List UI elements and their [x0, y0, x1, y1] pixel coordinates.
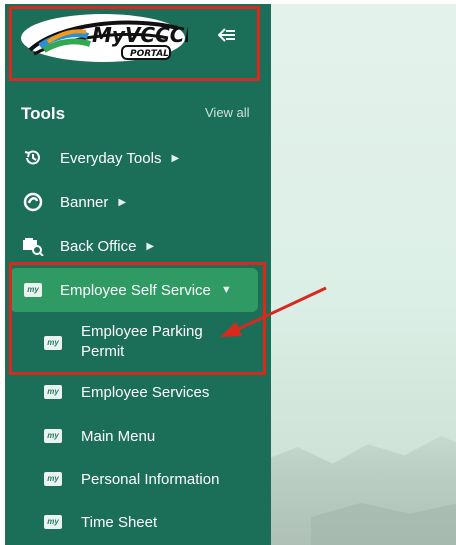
subitem-label: Employee Services	[81, 383, 210, 401]
caret-right-icon: ▶	[118, 196, 127, 208]
subitem-employee-parking-permit[interactable]: my Employee Parking Permit	[44, 322, 254, 362]
svg-text:MyVCCCD: MyVCCCD	[92, 23, 188, 47]
subitem-label: Employee Parking Permit	[81, 323, 203, 360]
sidebar-item-employee-self-service[interactable]: my Employee Self Service ▼	[10, 268, 258, 312]
sidebar-item-label: Everyday Tools	[60, 149, 162, 167]
caret-down-icon: ▼	[220, 284, 232, 296]
my-icon: my	[44, 385, 62, 399]
subitem-label: Time Sheet	[81, 513, 158, 531]
back-office-icon	[22, 235, 44, 257]
my-icon: my	[44, 336, 62, 350]
content-area	[271, 4, 456, 545]
my-icon: my	[44, 472, 62, 486]
subitem-employee-services[interactable]: my Employee Services	[44, 380, 254, 404]
banner-icon	[22, 191, 44, 213]
collapse-arrow-icon	[218, 28, 235, 42]
caret-right-icon: ▶	[146, 240, 155, 252]
caret-right-icon: ▶	[171, 152, 180, 164]
sidebar-item-label: Banner	[60, 193, 109, 211]
history-icon	[22, 147, 44, 169]
sidebar-item-everyday-tools[interactable]: Everyday Tools ▶	[10, 140, 260, 176]
my-icon: my	[44, 429, 62, 443]
subitem-main-menu[interactable]: my Main Menu	[44, 424, 254, 448]
sidebar-item-back-office[interactable]: Back Office ▶	[10, 228, 260, 264]
sidebar-item-label: Employee Self Service	[60, 281, 211, 299]
my-icon: my	[44, 515, 62, 529]
view-all-link[interactable]: View all	[205, 105, 250, 120]
subitem-label: Main Menu	[81, 427, 156, 445]
myvcccd-portal-logo[interactable]: MyVCCCD PORTAL	[18, 10, 201, 66]
sidebar-item-banner[interactable]: Banner ▶	[10, 184, 260, 220]
subitem-time-sheet[interactable]: my Time Sheet	[44, 510, 254, 534]
my-icon: my	[22, 279, 44, 301]
subitem-label: Personal Information	[81, 470, 220, 488]
sidebar-item-label: Back Office	[60, 237, 137, 255]
subitem-personal-information[interactable]: my Personal Information	[44, 467, 254, 491]
tools-section-title: Tools	[21, 104, 66, 123]
collapse-sidebar-button[interactable]	[214, 22, 240, 48]
svg-text:PORTAL: PORTAL	[130, 49, 169, 59]
